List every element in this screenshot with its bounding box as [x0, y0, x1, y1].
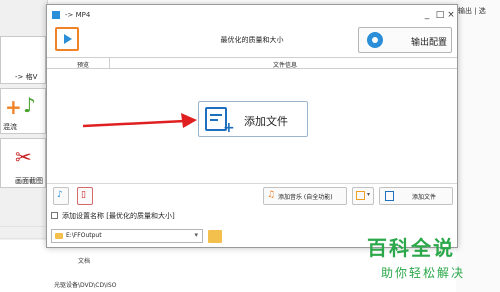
- add-file-label: 添加文件: [412, 194, 437, 201]
- chevron-down-icon: ▾: [194, 231, 198, 239]
- delete-icon: ▯: [81, 190, 86, 200]
- music-icon: ♪: [57, 190, 63, 200]
- remove-button[interactable]: ▯: [77, 187, 93, 205]
- folder-icon: [356, 191, 365, 200]
- mix-tile[interactable]: + ♪ 混流: [0, 88, 46, 134]
- watermark-title: 百科全说: [367, 236, 455, 260]
- browse-folder-button[interactable]: [208, 230, 222, 243]
- plus-icon: +: [5, 95, 22, 119]
- format-tile-label: -> 格V: [15, 73, 38, 81]
- output-path-select[interactable]: E:\FFOutput ▾: [51, 229, 203, 243]
- folder-icon: [55, 233, 63, 239]
- arrow-head: [181, 113, 197, 128]
- add-document-icon: [385, 191, 394, 201]
- list-item: [0, 227, 48, 239]
- screenshot-tile[interactable]: ✂ 画面截图: [0, 138, 46, 188]
- output-path-value: E:\FFOutput: [66, 232, 102, 239]
- bottom-toolbar: ♪ ▯ ♫ 添加音乐 (自全功能) ▾ 添加文件: [47, 183, 457, 207]
- background-list: [0, 215, 48, 239]
- convert-dialog: -> MP4 _ □ × 最优化的质量和大小 输出配置 预览 文件信息 + 添加…: [46, 4, 458, 248]
- right-panel-text: 输出 | 选: [458, 7, 486, 15]
- set-name-checkbox[interactable]: [51, 212, 58, 219]
- add-file-button[interactable]: 添加文件: [379, 187, 453, 205]
- add-music-button[interactable]: ♫ 添加音乐 (自全功能): [263, 187, 347, 205]
- scissors-icon: ✂: [15, 145, 32, 169]
- list-item-optical[interactable]: 光驱设备\DVD\CD\ISO: [54, 280, 116, 289]
- music-button[interactable]: ♪: [53, 187, 69, 205]
- format-tile[interactable]: -> 格V: [0, 36, 46, 84]
- music-notes-icon: ♫: [267, 190, 276, 200]
- arrow-shaft: [82, 119, 186, 128]
- screenshot-tile-label: 画面截图: [15, 177, 43, 185]
- watermark-subtitle: 助你轻松解决: [381, 266, 466, 280]
- add-music-label: 添加音乐 (自全功能): [278, 194, 333, 201]
- chevron-down-icon: ▾: [367, 191, 371, 198]
- set-name-label: 添加设置名称 [最优化的质量和大小]: [62, 212, 175, 220]
- add-folder-dropdown[interactable]: ▾: [352, 187, 374, 205]
- watermark-logo: 百科全说 助你轻松解决: [367, 232, 487, 290]
- list-item: [0, 215, 48, 227]
- music-note-icon: ♪: [23, 93, 36, 117]
- mix-tile-label: 混流: [3, 123, 17, 131]
- list-item-document[interactable]: 文档: [78, 256, 90, 265]
